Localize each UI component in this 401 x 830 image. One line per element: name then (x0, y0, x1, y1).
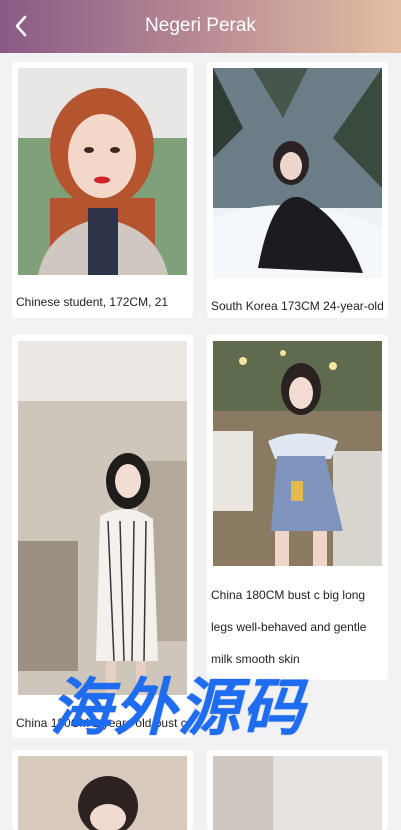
profile-card[interactable]: Chinese student, 172CM, 21 years old, no… (12, 62, 193, 318)
profile-card[interactable]: China 180CM bust c big long legs well-be… (207, 335, 388, 680)
profile-photo (18, 341, 187, 695)
profile-photo (213, 756, 382, 830)
profile-card[interactable]: South Korea 173CM 24-year-old (207, 62, 388, 318)
profile-photo (18, 68, 187, 275)
profile-caption: China 180CM 2 years old bust c (16, 716, 187, 730)
profile-photo (213, 68, 382, 278)
profile-photo (213, 341, 382, 566)
profile-card[interactable] (12, 750, 193, 830)
page-title: Negeri Perak (145, 15, 256, 36)
profile-card[interactable]: China 180CM 2 years old bust c (12, 335, 193, 738)
profile-caption: South Korea 173CM 24-year-old (211, 299, 384, 313)
profile-caption: Chinese student, 172CM, 21 years old, no… (16, 295, 169, 309)
header-bar: Negeri Perak (0, 0, 401, 53)
profile-photo (18, 756, 187, 830)
profile-card[interactable] (207, 750, 388, 830)
profile-caption: China 180CM bust c big long legs well-be… (211, 588, 367, 666)
